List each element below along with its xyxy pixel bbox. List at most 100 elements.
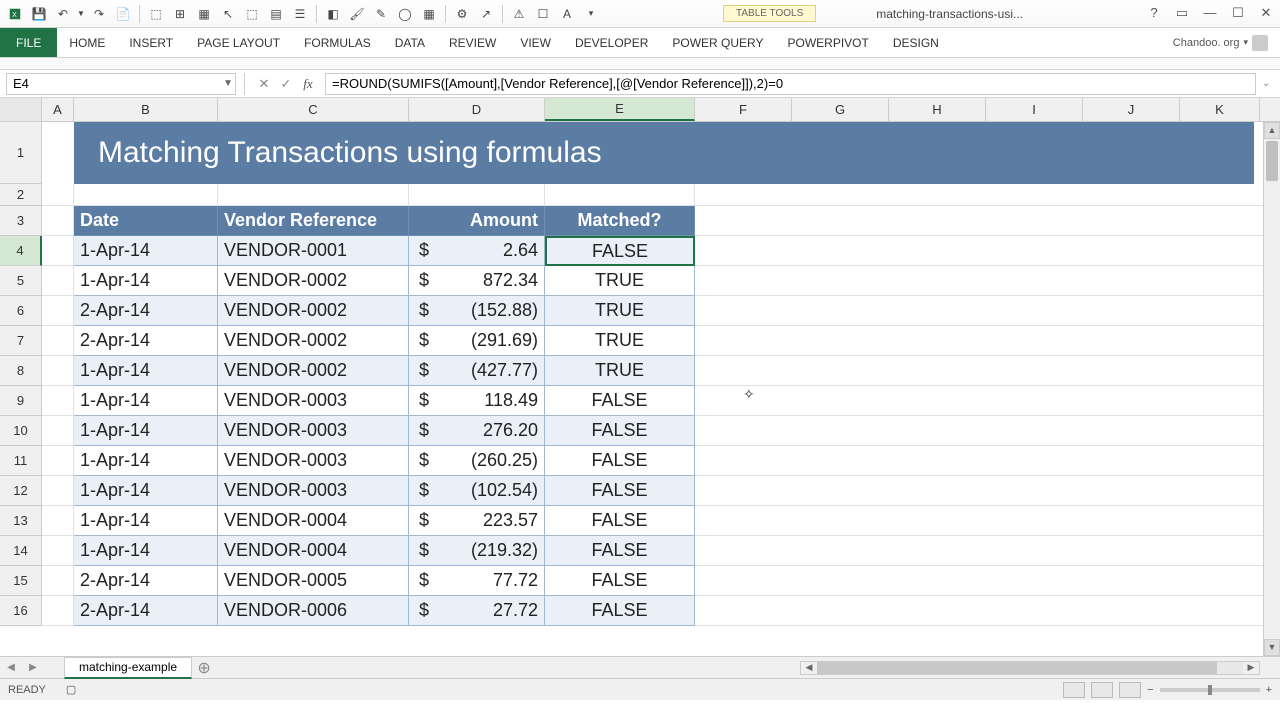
paint-icon[interactable]: 🖌 xyxy=(346,3,368,25)
cell-date[interactable]: 1-Apr-14 xyxy=(74,416,218,446)
expand-formula-bar-icon[interactable]: ⌄ xyxy=(1262,78,1276,89)
cell-matched[interactable]: FALSE xyxy=(545,506,695,536)
cell-matched[interactable]: FALSE xyxy=(545,596,695,626)
vertical-scrollbar[interactable]: ▲ ▼ xyxy=(1263,122,1280,656)
cell-vendor[interactable]: VENDOR-0001 xyxy=(218,236,409,266)
scroll-up-icon[interactable]: ▲ xyxy=(1264,122,1280,139)
tab-review[interactable]: REVIEW xyxy=(437,28,508,57)
tab-developer[interactable]: DEVELOPER xyxy=(563,28,660,57)
scroll-thumb[interactable] xyxy=(1266,141,1278,181)
row-header-15[interactable]: 15 xyxy=(0,566,42,596)
cell-amount[interactable]: $118.49 xyxy=(409,386,545,416)
row-header-4[interactable]: 4 xyxy=(0,236,42,266)
header-vendor[interactable]: Vendor Reference xyxy=(218,206,409,236)
cell-date[interactable]: 1-Apr-14 xyxy=(74,506,218,536)
add-sheet-icon[interactable]: ⊕ xyxy=(192,658,216,678)
row-header-14[interactable]: 14 xyxy=(0,536,42,566)
cell-date[interactable]: 2-Apr-14 xyxy=(74,566,218,596)
cell-matched[interactable]: FALSE xyxy=(545,476,695,506)
spreadsheet-grid[interactable]: 1 Matching Transactions using formulas 2… xyxy=(0,122,1280,656)
redo-icon[interactable]: ↷ xyxy=(88,3,110,25)
undo-icon[interactable]: ↶ xyxy=(52,3,74,25)
row-header-7[interactable]: 7 xyxy=(0,326,42,356)
file-tab[interactable]: FILE xyxy=(0,28,57,57)
cell-matched[interactable]: TRUE xyxy=(545,356,695,386)
save-icon[interactable]: 💾 xyxy=(28,3,50,25)
cell-vendor[interactable]: VENDOR-0004 xyxy=(218,536,409,566)
view-page-break-icon[interactable] xyxy=(1119,682,1141,698)
zoom-slider[interactable] xyxy=(1160,688,1260,692)
tab-view[interactable]: VIEW xyxy=(508,28,563,57)
cell-date[interactable]: 1-Apr-14 xyxy=(74,386,218,416)
fx-icon[interactable]: fx xyxy=(297,76,319,92)
row-header-1[interactable]: 1 xyxy=(0,122,42,184)
cell-vendor[interactable]: VENDOR-0002 xyxy=(218,356,409,386)
header-matched[interactable]: Matched? xyxy=(545,206,695,236)
cell-matched[interactable]: TRUE xyxy=(545,266,695,296)
cell-vendor[interactable]: VENDOR-0003 xyxy=(218,386,409,416)
cell-vendor[interactable]: VENDOR-0003 xyxy=(218,476,409,506)
tab-design[interactable]: DESIGN xyxy=(881,28,951,57)
col-header-K[interactable]: K xyxy=(1180,98,1260,121)
cell-date[interactable]: 1-Apr-14 xyxy=(74,266,218,296)
header-amount[interactable]: Amount xyxy=(409,206,545,236)
maximize-icon[interactable]: ☐ xyxy=(1228,5,1248,23)
horizontal-scrollbar[interactable]: ◀ ▶ xyxy=(800,661,1260,675)
cell-vendor[interactable]: VENDOR-0002 xyxy=(218,296,409,326)
name-box[interactable]: E4 ▼ xyxy=(6,73,236,95)
header-date[interactable]: Date xyxy=(74,206,218,236)
qat-btn-5[interactable]: ⬚ xyxy=(241,3,263,25)
cell-date[interactable]: 2-Apr-14 xyxy=(74,326,218,356)
sheet-nav-next-icon[interactable]: ▶ xyxy=(22,662,44,673)
cell-date[interactable]: 1-Apr-14 xyxy=(74,236,218,266)
name-box-dropdown-icon[interactable]: ▼ xyxy=(223,78,233,89)
hscroll-left-icon[interactable]: ◀ xyxy=(801,662,817,673)
cell-date[interactable]: 1-Apr-14 xyxy=(74,476,218,506)
col-header-H[interactable]: H xyxy=(889,98,986,121)
cell-matched[interactable]: TRUE xyxy=(545,326,695,356)
cell-amount[interactable]: $(260.25) xyxy=(409,446,545,476)
col-header-A[interactable]: A xyxy=(42,98,74,121)
row-header-5[interactable]: 5 xyxy=(0,266,42,296)
col-header-C[interactable]: C xyxy=(218,98,409,121)
hscroll-right-icon[interactable]: ▶ xyxy=(1243,662,1259,673)
row-header-16[interactable]: 16 xyxy=(0,596,42,626)
col-header-D[interactable]: D xyxy=(409,98,545,121)
qat-btn-1[interactable]: ⬚ xyxy=(145,3,167,25)
qat-btn-10[interactable]: ✎ xyxy=(370,3,392,25)
zoom-out-icon[interactable]: − xyxy=(1147,684,1153,696)
view-page-layout-icon[interactable] xyxy=(1091,682,1113,698)
cell-matched[interactable]: FALSE xyxy=(545,416,695,446)
zoom-in-icon[interactable]: + xyxy=(1266,684,1272,696)
cell-date[interactable]: 1-Apr-14 xyxy=(74,536,218,566)
close-icon[interactable]: ✕ xyxy=(1256,5,1276,23)
cancel-formula-icon[interactable]: ✕ xyxy=(253,76,275,92)
user-account[interactable]: Chandoo. org ▾ xyxy=(1161,28,1280,57)
cell-vendor[interactable]: VENDOR-0006 xyxy=(218,596,409,626)
ribbon-options-icon[interactable]: ▭ xyxy=(1172,5,1192,23)
tab-powerpivot[interactable]: POWERPIVOT xyxy=(775,28,880,57)
row-header-2[interactable]: 2 xyxy=(0,184,42,206)
macro-record-icon[interactable]: ▢ xyxy=(66,683,76,696)
cell-amount[interactable]: $276.20 xyxy=(409,416,545,446)
cell-amount[interactable]: $872.34 xyxy=(409,266,545,296)
cell-date[interactable]: 1-Apr-14 xyxy=(74,446,218,476)
undo-dropdown-icon[interactable]: ▼ xyxy=(76,3,86,25)
cell-matched[interactable]: FALSE xyxy=(545,446,695,476)
help-icon[interactable]: ? xyxy=(1144,5,1164,23)
qat-btn-12[interactable]: ▦ xyxy=(418,3,440,25)
cell-matched[interactable]: FALSE xyxy=(545,536,695,566)
cell-amount[interactable]: $(102.54) xyxy=(409,476,545,506)
col-header-I[interactable]: I xyxy=(986,98,1083,121)
qat-more-icon[interactable]: ▾ xyxy=(580,3,602,25)
cell-amount[interactable]: $(291.69) xyxy=(409,326,545,356)
pointer-icon[interactable]: ↖ xyxy=(217,3,239,25)
enter-formula-icon[interactable]: ✓ xyxy=(275,76,297,92)
cell-matched[interactable]: FALSE xyxy=(545,386,695,416)
sheet-nav-prev-icon[interactable]: ◀ xyxy=(0,662,22,673)
cell-date[interactable]: 2-Apr-14 xyxy=(74,296,218,326)
cell-vendor[interactable]: VENDOR-0002 xyxy=(218,326,409,356)
qat-btn-2[interactable]: ⊞ xyxy=(169,3,191,25)
cell-vendor[interactable]: VENDOR-0002 xyxy=(218,266,409,296)
tab-formulas[interactable]: FORMULAS xyxy=(292,28,383,57)
